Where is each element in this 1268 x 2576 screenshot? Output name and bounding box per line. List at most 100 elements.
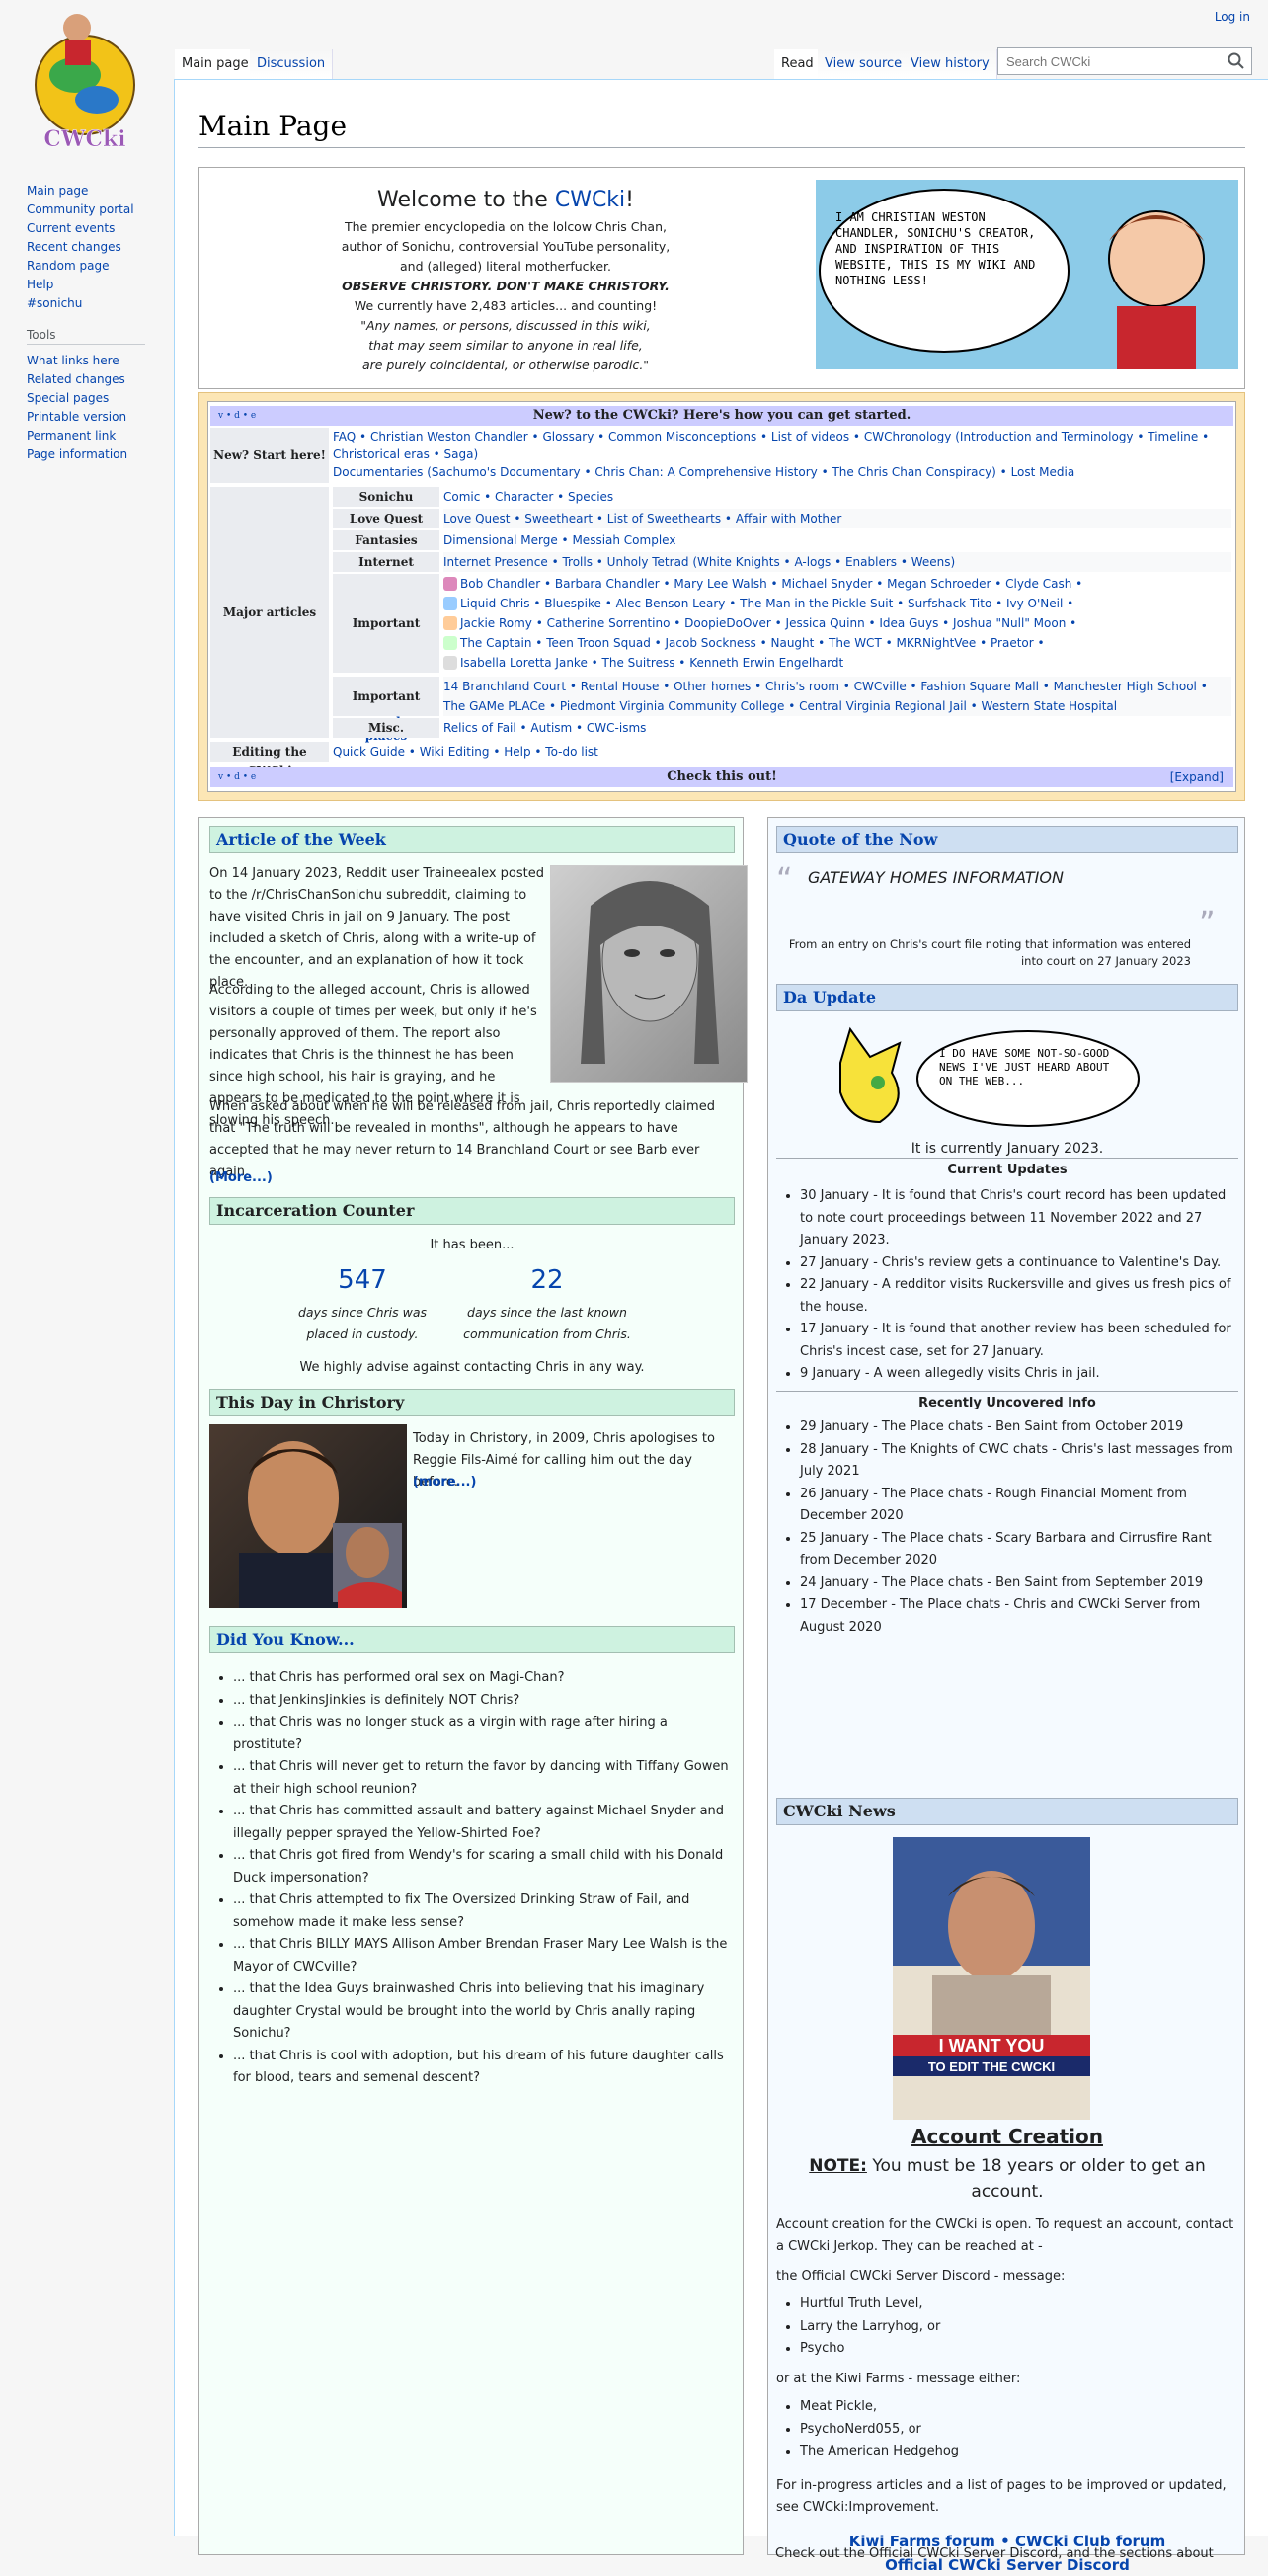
list-item: Meat Pickle,	[800, 2396, 1234, 2419]
list-item: 27 January - Chris's review gets a conti…	[800, 1252, 1238, 1275]
welcome-title: Welcome to the CWCki!	[377, 188, 634, 212]
kiwi-contacts: Meat Pickle, PsychoNerd055, or The Ameri…	[780, 2396, 1234, 2463]
list-item: PsychoNerd055, or	[800, 2419, 1234, 2442]
comic-speech-text: I AM CHRISTIAN WESTON CHANDLER, SONICHU'…	[835, 210, 1036, 287]
tab-view-history[interactable]: View history	[904, 49, 997, 79]
important-people-label: Important people	[333, 574, 439, 729]
tool-permanent-link[interactable]: Permanent link	[27, 427, 127, 445]
editing-links[interactable]: Quick Guide • Wiki Editing • Help • To-d…	[333, 742, 1231, 762]
cwcki-link[interactable]: CWCki	[555, 188, 625, 212]
tool-printable-version[interactable]: Printable version	[27, 408, 127, 427]
this-day-more-link[interactable]: (more...)	[413, 1472, 476, 1493]
new-start-links[interactable]: FAQ • Christian Weston Chandler • Glossa…	[333, 428, 1231, 463]
people-line[interactable]: Jackie Romy • Catherine Sorrentino • Doo…	[443, 613, 1231, 633]
current-updates-list: 30 January - It is found that Chris's co…	[780, 1185, 1238, 1386]
account-creation-title: Account Creation	[911, 2125, 1103, 2148]
site-logo[interactable]: CWCki	[16, 6, 160, 156]
sonichu-links[interactable]: Comic • Character • Species	[443, 487, 1231, 507]
login-link[interactable]: Log in	[1215, 10, 1250, 24]
people-line[interactable]: Isabella Loretta Janke • The Suitress • …	[443, 653, 1231, 673]
recently-uncovered-title: Recently Uncovered Info	[918, 1396, 1096, 1410]
places-line[interactable]: The GAMe PLACe • Piedmont Virginia Commu…	[443, 696, 1231, 716]
reggie-photo[interactable]	[209, 1424, 407, 1608]
navbox-vde-links[interactable]: v • d • e	[218, 767, 256, 787]
list-item: 9 January - A ween allegedly visits Chri…	[800, 1363, 1238, 1386]
counter-desc: placed in custody.	[306, 1327, 419, 1341]
aotw-more-link[interactable]: (More...)	[209, 1167, 273, 1189]
nav-main-page[interactable]: Main page	[27, 182, 175, 201]
people-line[interactable]: Bob Chandler • Barbara Chandler • Mary L…	[443, 574, 1231, 594]
tab-main-page[interactable]: Main page	[175, 49, 257, 79]
places-line[interactable]: 14 Branchland Court • Rental House • Oth…	[443, 677, 1231, 696]
list-item: ... that Chris was no longer stuck as a …	[233, 1712, 737, 1756]
kiwi-instruction: or at the Kiwi Farms - message either:	[776, 2372, 1021, 2386]
documentaries-links[interactable]: Documentaries (Sachumo's Documentary • C…	[333, 463, 1231, 481]
list-item: ... that Chris got fired from Wendy's fo…	[233, 1845, 737, 1890]
sonichu-comic-image: I DO HAVE SOME NOT-SO-GOOD NEWS I'VE JUS…	[831, 1023, 1147, 1134]
internet-links[interactable]: Internet Presence • Trolls • Unholy Tetr…	[443, 552, 1231, 572]
tool-special-pages[interactable]: Special pages	[27, 389, 127, 408]
welcome-comic-image: I AM CHRISTIAN WESTON CHANDLER, SONICHU'…	[816, 180, 1238, 369]
search-icon[interactable]	[1227, 51, 1246, 71]
counter-desc: days since Chris was	[297, 1305, 428, 1320]
nav-sonichu[interactable]: #sonichu	[27, 294, 175, 313]
counter-intro: It has been...	[430, 1238, 515, 1252]
getting-started-box: v • d • e New? to the CWCki? Here's how y…	[198, 392, 1245, 801]
list-item: 22 January - A redditor visits Ruckersvi…	[800, 1274, 1238, 1319]
list-item: ... that JenkinsJinkies is definitely NO…	[233, 1690, 737, 1713]
list-item: 17 January - It is found that another re…	[800, 1319, 1238, 1363]
people-line[interactable]: The Captain • Teen Troon Squad • Jacob S…	[443, 633, 1231, 653]
getting-started-inner: v • d • e New? to the CWCki? Here's how y…	[207, 401, 1236, 792]
welcome-motto: OBSERVE CHRISTORY. DON'T MAKE CHRISTORY.	[342, 279, 670, 293]
welcome-line: author of Sonichu, controversial YouTube…	[341, 239, 671, 254]
list-item: ... that the Idea Guys brainwashed Chris…	[233, 1978, 737, 2046]
tool-what-links-here[interactable]: What links here	[27, 352, 127, 370]
tab-read[interactable]: Read	[774, 49, 822, 79]
internet-label: Internet	[333, 552, 439, 572]
nav-community-portal[interactable]: Community portal	[27, 201, 175, 219]
navbox-vde-links[interactable]: v • d • e	[218, 406, 256, 426]
tab-discussion[interactable]: Discussion	[250, 49, 334, 79]
tools-heading: Tools	[27, 328, 56, 342]
misc-links[interactable]: Relics of Fail • Autism • CWC-isms	[443, 718, 1231, 738]
list-item: 26 January - The Place chats - Rough Fin…	[800, 1484, 1238, 1528]
welcome-box: Welcome to the CWCki! The premier encycl…	[198, 167, 1245, 389]
nav-random-page[interactable]: Random page	[27, 257, 175, 276]
tab-view-source[interactable]: View source	[818, 49, 911, 79]
love-quest-links[interactable]: Love Quest • Sweetheart • List of Sweeth…	[443, 509, 1231, 528]
nav-recent-changes[interactable]: Recent changes	[27, 238, 175, 257]
da-update-heading[interactable]: Da Update	[776, 984, 1238, 1011]
days-in-custody-count: 547	[338, 1265, 387, 1295]
divider	[776, 1158, 1238, 1159]
welcome-line: The premier encyclopedia on the lolcow C…	[344, 219, 667, 234]
cwcki-news-heading: CWCki News	[776, 1798, 1238, 1825]
disclaimer: "Any names, or persons, discussed in thi…	[360, 318, 651, 333]
expand-toggle[interactable]: [Expand]	[1170, 767, 1224, 787]
improvement-text: For in-progress articles and a list of p…	[776, 2478, 1227, 2515]
article-count: We currently have 2,483 articles... and …	[354, 298, 658, 313]
did-you-know-heading[interactable]: Did You Know...	[209, 1626, 735, 1653]
chris-sketch-image[interactable]	[550, 865, 748, 1083]
quote-heading[interactable]: Quote of the Now	[776, 826, 1238, 853]
article-of-week-heading[interactable]: Article of the Week	[209, 826, 735, 853]
i-want-you-poster[interactable]: I WANT YOU TO EDIT THE CWCKI	[893, 1837, 1090, 2120]
list-item: 28 January - The Knights of CWC chats - …	[800, 1439, 1238, 1484]
aotw-paragraph-3: When asked about when he will be release…	[209, 1099, 715, 1179]
close-quote-icon: ”	[1199, 904, 1216, 941]
getting-started-title: v • d • e New? to the CWCki? Here's how y…	[210, 406, 1233, 426]
tool-page-information[interactable]: Page information	[27, 445, 127, 464]
new-start-label: New? Start here!	[210, 428, 329, 483]
fantasies-links[interactable]: Dimensional Merge • Messiah Complex	[443, 530, 1231, 550]
tool-related-changes[interactable]: Related changes	[27, 370, 127, 389]
left-column: Article of the Week On 14 January 2023, …	[198, 817, 748, 2555]
misc-label: Misc.	[333, 718, 439, 738]
nav-current-events[interactable]: Current events	[27, 219, 175, 238]
discord-checkout-text: Check out the Official CWCki Server Disc…	[775, 2546, 1214, 2561]
disclaimer: are purely coincidental, or otherwise pa…	[361, 358, 650, 372]
right-column: Quote of the Now “ GATEWAY HOMES INFORMA…	[767, 817, 1245, 2574]
did-you-know-list: ... that Chris has performed oral sex on…	[213, 1667, 737, 2090]
nav-help[interactable]: Help	[27, 276, 175, 294]
main-navigation: Main page Community portal Current event…	[27, 182, 175, 313]
people-line[interactable]: Liquid Chris • Bluespike • Alec Benson L…	[443, 594, 1231, 613]
search-input[interactable]	[997, 47, 1252, 75]
